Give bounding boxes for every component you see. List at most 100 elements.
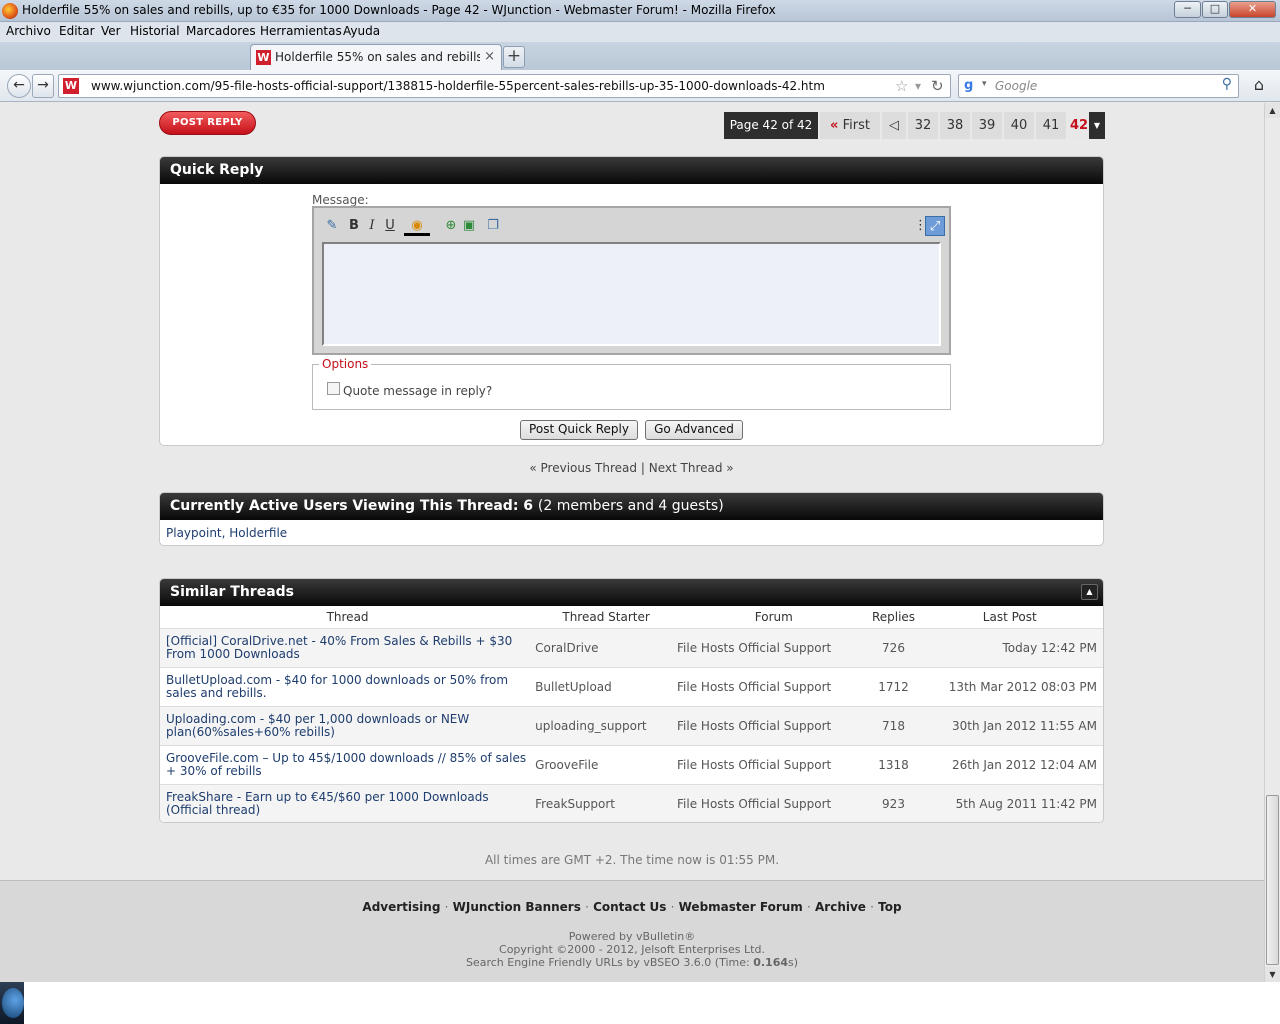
search-bar[interactable]: g ▾ Google ⚲ [958, 74, 1239, 98]
thread-forum[interactable]: File Hosts Official Support [677, 745, 871, 785]
thread-title-link[interactable]: [Official] CoralDrive.net - 40% From Sal… [160, 628, 536, 668]
footer-link-top[interactable]: Top [878, 900, 901, 914]
font-color-icon[interactable]: ◉ [404, 216, 430, 236]
page-first-link[interactable]: « First [820, 112, 880, 139]
insert-image-icon[interactable]: ▣ [460, 216, 478, 236]
thread-forum[interactable]: File Hosts Official Support [677, 706, 871, 746]
url-bar[interactable]: W www.wjunction.com/95-file-hosts-offici… [58, 74, 951, 98]
footer-link-contact[interactable]: Contact Us [593, 900, 666, 914]
menu-marcadores[interactable]: Marcadores [186, 24, 256, 38]
thread-title-link[interactable]: FreakShare - Earn up to €45/$60 per 1000… [160, 784, 536, 822]
google-icon[interactable]: g [964, 78, 980, 94]
table-row: [Official] CoralDrive.net - 40% From Sal… [160, 628, 1103, 668]
thread-forum[interactable]: File Hosts Official Support [677, 628, 871, 668]
menu-historial[interactable]: Historial [130, 24, 180, 38]
col-thread-starter: Thread Starter [535, 606, 678, 629]
underline-button[interactable]: U [382, 216, 398, 236]
menu-archivo[interactable]: Archivo [6, 24, 51, 38]
footer-link-webmaster-forum[interactable]: Webmaster Forum [679, 900, 803, 914]
url-text[interactable]: www.wjunction.com/95-file-hosts-official… [91, 79, 825, 93]
site-identity-icon[interactable]: W [63, 78, 79, 94]
quote-message-label[interactable]: Quote message in reply? [343, 384, 492, 398]
scroll-down-icon[interactable]: ▼ [1265, 967, 1280, 982]
thread-replies: 1318 [870, 745, 917, 785]
back-button[interactable]: ← [7, 74, 31, 98]
menu-ver[interactable]: Ver [101, 24, 121, 38]
tab-holderfile[interactable]: W Holderfile 55% on sales and rebills, u… [250, 44, 502, 70]
footer-link-archive[interactable]: Archive [815, 900, 866, 914]
page-link-40[interactable]: 40 [1004, 112, 1034, 139]
thread-title-link[interactable]: Uploading.com - $40 per 1,000 downloads … [160, 706, 536, 746]
post-reply-button[interactable]: POST REPLY [159, 111, 256, 135]
post-quick-reply-button[interactable]: Post Quick Reply [520, 420, 638, 440]
active-users-title: Currently Active Users Viewing This Thre… [160, 493, 1103, 520]
thread-last-post: 13th Mar 2012 08:03 PM [916, 667, 1103, 707]
page-link-32[interactable]: 32 [908, 112, 938, 139]
message-textarea[interactable] [322, 242, 941, 346]
title-bar: Holderfile 55% on sales and rebills, up … [0, 0, 1280, 22]
footer-link-banners[interactable]: WJunction Banners [453, 900, 581, 914]
pagination-menu-icon[interactable]: ▼ [1089, 112, 1105, 139]
next-thread-link[interactable]: Next Thread » [649, 461, 734, 475]
search-input[interactable]: Google [995, 79, 1037, 93]
search-engine-dropdown-icon[interactable]: ▾ [982, 79, 987, 89]
reload-icon[interactable]: ↻ [931, 77, 944, 95]
scroll-up-icon[interactable]: ▲ [1265, 103, 1280, 118]
thread-forum[interactable]: File Hosts Official Support [677, 784, 871, 822]
footer-separator: · [444, 900, 449, 914]
footer-link-advertising[interactable]: Advertising [362, 900, 440, 914]
insert-link-icon[interactable]: ⊕ [442, 216, 460, 236]
bookmark-star-icon[interactable]: ☆ [895, 77, 908, 95]
insert-quote-icon[interactable]: ❐ [484, 216, 502, 236]
search-icon[interactable]: ⚲ [1222, 76, 1232, 92]
italic-button[interactable]: I [364, 216, 380, 236]
minimize-button[interactable]: ─ [1174, 1, 1201, 18]
quote-message-checkbox[interactable] [327, 382, 340, 395]
browser-window: Holderfile 55% on sales and rebills, up … [0, 0, 1280, 982]
switch-mode-icon[interactable]: ✎ [322, 216, 342, 236]
close-window-button[interactable]: ✕ [1229, 1, 1276, 18]
maximize-button[interactable]: □ [1202, 1, 1228, 18]
thread-starter[interactable]: uploading_support [535, 706, 678, 746]
taskbar [0, 982, 24, 1024]
menu-ayuda[interactable]: Ayuda [343, 24, 380, 38]
bold-button[interactable]: B [346, 216, 362, 236]
thread-starter[interactable]: BulletUpload [535, 667, 678, 707]
page-link-38[interactable]: 38 [940, 112, 970, 139]
thread-last-post: 30th Jan 2012 11:55 AM [916, 706, 1103, 746]
thread-title-link[interactable]: GrooveFile.com – Up to 45$/1000 download… [160, 745, 536, 785]
collapse-icon[interactable]: ▲ [1081, 584, 1098, 600]
wjunction-favicon-icon: W [256, 50, 271, 65]
thread-forum[interactable]: File Hosts Official Support [677, 667, 871, 707]
thread-last-post: Today 12:42 PM [916, 628, 1103, 668]
go-advanced-button[interactable]: Go Advanced [645, 420, 743, 440]
page-link-41[interactable]: 41 [1036, 112, 1066, 139]
thread-starter[interactable]: GrooveFile [535, 745, 678, 785]
start-orb-icon[interactable] [2, 988, 24, 1018]
copyright-block: Powered by vBulletin® Copyright ©2000 - … [0, 930, 1264, 969]
new-tab-button[interactable]: + [503, 46, 525, 68]
menu-herramientas[interactable]: Herramientas [260, 24, 342, 38]
tab-close-icon[interactable]: × [484, 49, 495, 64]
quick-reply-block: Quick Reply Message: ✎ B I U ◉ ⊕ ▣ ❐ ⋮ ⤢ [159, 156, 1104, 446]
previous-thread-link[interactable]: « Previous Thread [529, 461, 637, 475]
home-icon[interactable]: ⌂ [1247, 75, 1271, 97]
col-replies: Replies [870, 606, 917, 629]
active-users-list[interactable]: Playpoint, Holderfile [160, 520, 1103, 545]
similar-threads-table: Thread Thread Starter Forum Replies Last… [160, 606, 1103, 822]
page-link-39[interactable]: 39 [972, 112, 1002, 139]
scrollbar-thumb[interactable] [1266, 795, 1279, 965]
vertical-scrollbar[interactable]: ▲ ▼ [1264, 103, 1280, 982]
first-label: First [842, 118, 870, 133]
thread-starter[interactable]: CoralDrive [535, 628, 678, 668]
url-dropdown-icon[interactable]: ▾ [915, 79, 921, 93]
footer-separator: · [870, 900, 874, 914]
menu-editar[interactable]: Editar [59, 24, 95, 38]
thread-title-link[interactable]: BulletUpload.com - $40 for 1000 download… [160, 667, 536, 707]
thread-starter[interactable]: FreakSupport [535, 784, 678, 822]
table-row: FreakShare - Earn up to €45/$60 per 1000… [160, 784, 1103, 822]
forward-button[interactable]: → [32, 74, 54, 98]
page-prev-link[interactable]: ◁ [882, 112, 906, 139]
expand-editor-icon[interactable]: ⤢ [925, 216, 945, 236]
resize-handle-icon[interactable]: ⋮ [914, 216, 927, 236]
